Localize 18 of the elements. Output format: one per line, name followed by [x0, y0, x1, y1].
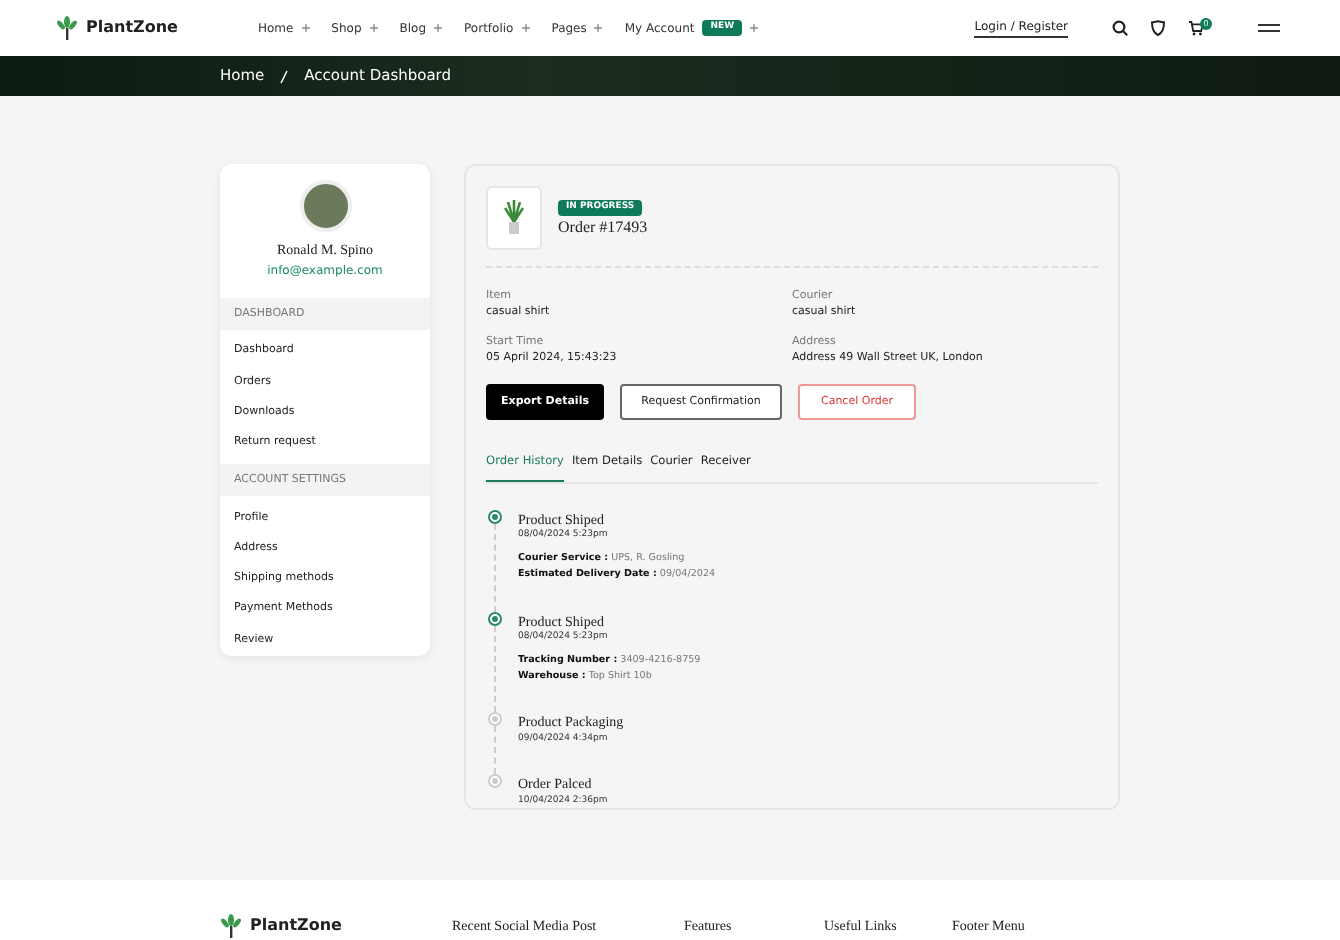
- breadcrumb-separator-icon: [280, 69, 289, 83]
- avatar-placeholder: [299, 180, 351, 232]
- plus-icon: [750, 24, 759, 32]
- search-icon[interactable]: [1112, 20, 1128, 36]
- shield-icon[interactable]: [1150, 20, 1166, 36]
- footer-logo[interactable]: PlantZone: [250, 914, 342, 938]
- plus-icon: [594, 24, 603, 32]
- plus-icon: [301, 24, 310, 32]
- order-title: Order #17493: [558, 216, 648, 241]
- plus-icon: [369, 24, 378, 32]
- plus-icon: [521, 24, 530, 32]
- plant-pot-icon: [504, 200, 524, 236]
- plus-icon: [434, 24, 443, 32]
- plant-logo-icon: [56, 16, 78, 40]
- plant-logo-icon: [220, 914, 242, 938]
- menu-icon[interactable]: [1258, 24, 1280, 32]
- cart-icon[interactable]: [1188, 20, 1204, 36]
- site-logo[interactable]: PlantZone: [86, 16, 178, 40]
